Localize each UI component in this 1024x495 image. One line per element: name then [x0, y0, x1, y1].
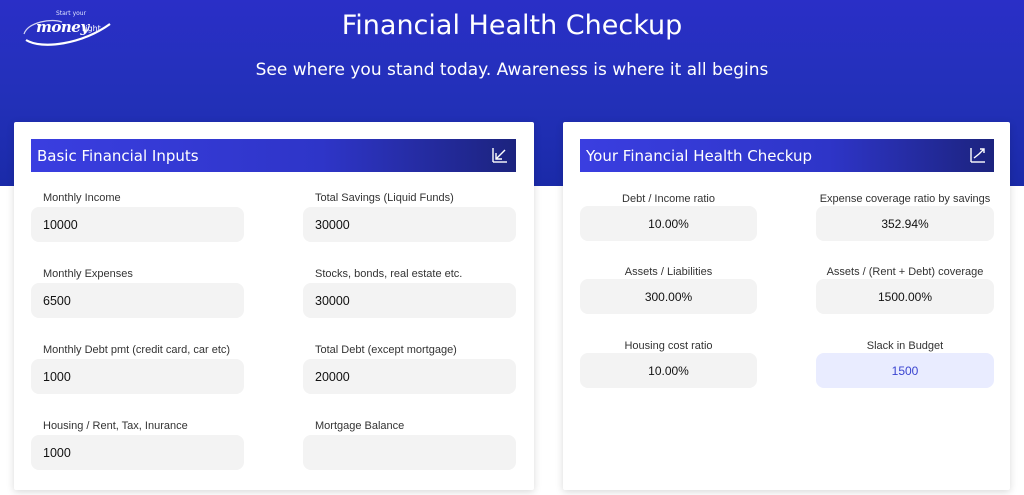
- results-card-header: Your Financial Health Checkup: [580, 139, 994, 172]
- total-savings-label: Total Savings (Liquid Funds): [315, 192, 454, 204]
- expense-coverage-label: Expense coverage ratio by savings: [819, 193, 991, 205]
- inputs-card-header: Basic Financial Inputs: [31, 139, 516, 172]
- slack-budget-value: 1500: [816, 353, 994, 388]
- monthly-expenses-input[interactable]: 6500: [31, 283, 244, 318]
- results-card-title: Your Financial Health Checkup: [586, 146, 812, 165]
- debt-income-value: 10.00%: [580, 206, 757, 241]
- total-debt-label: Total Debt (except mortgage): [315, 344, 457, 356]
- page-title: Financial Health Checkup: [341, 10, 683, 41]
- housing-label: Housing / Rent, Tax, Inurance: [43, 420, 188, 432]
- results-card: Your Financial Health Checkup Debt / Inc…: [563, 122, 1010, 490]
- debt-income-label: Debt / Income ratio: [622, 193, 715, 205]
- page-subtitle: See where you stand today. Awareness is …: [255, 60, 769, 80]
- arrow-down-left-icon[interactable]: [490, 145, 510, 165]
- inputs-card-title: Basic Financial Inputs: [37, 146, 199, 165]
- monthly-income-input[interactable]: 10000: [31, 207, 244, 242]
- housing-cost-label: Housing cost ratio: [624, 340, 713, 352]
- slack-budget-label: Slack in Budget: [866, 340, 944, 352]
- assets-liabilities-label: Assets / Liabilities: [624, 266, 713, 278]
- assets-rent-debt-label: Assets / (Rent + Debt) coverage: [826, 266, 984, 278]
- assets-rent-debt-value: 1500.00%: [816, 279, 994, 314]
- monthly-income-label: Monthly Income: [43, 192, 121, 204]
- monthly-debt-input[interactable]: 1000: [31, 359, 244, 394]
- stocks-bonds-label: Stocks, bonds, real estate etc.: [315, 268, 463, 280]
- monthly-debt-label: Monthly Debt pmt (credit card, car etc): [43, 344, 231, 356]
- housing-input[interactable]: 1000: [31, 435, 244, 470]
- expense-coverage-value: 352.94%: [816, 206, 994, 241]
- mortgage-balance-label: Mortgage Balance: [315, 420, 405, 432]
- mortgage-balance-input[interactable]: [303, 435, 516, 470]
- assets-liabilities-value: 300.00%: [580, 279, 757, 314]
- monthly-expenses-label: Monthly Expenses: [43, 268, 133, 280]
- total-savings-input[interactable]: 30000: [303, 207, 516, 242]
- housing-cost-value: 10.00%: [580, 353, 757, 388]
- inputs-card: Basic Financial Inputs Monthly Income 10…: [14, 122, 534, 490]
- stocks-bonds-input[interactable]: 30000: [303, 283, 516, 318]
- total-debt-input[interactable]: 20000: [303, 359, 516, 394]
- trend-up-icon[interactable]: [968, 145, 988, 165]
